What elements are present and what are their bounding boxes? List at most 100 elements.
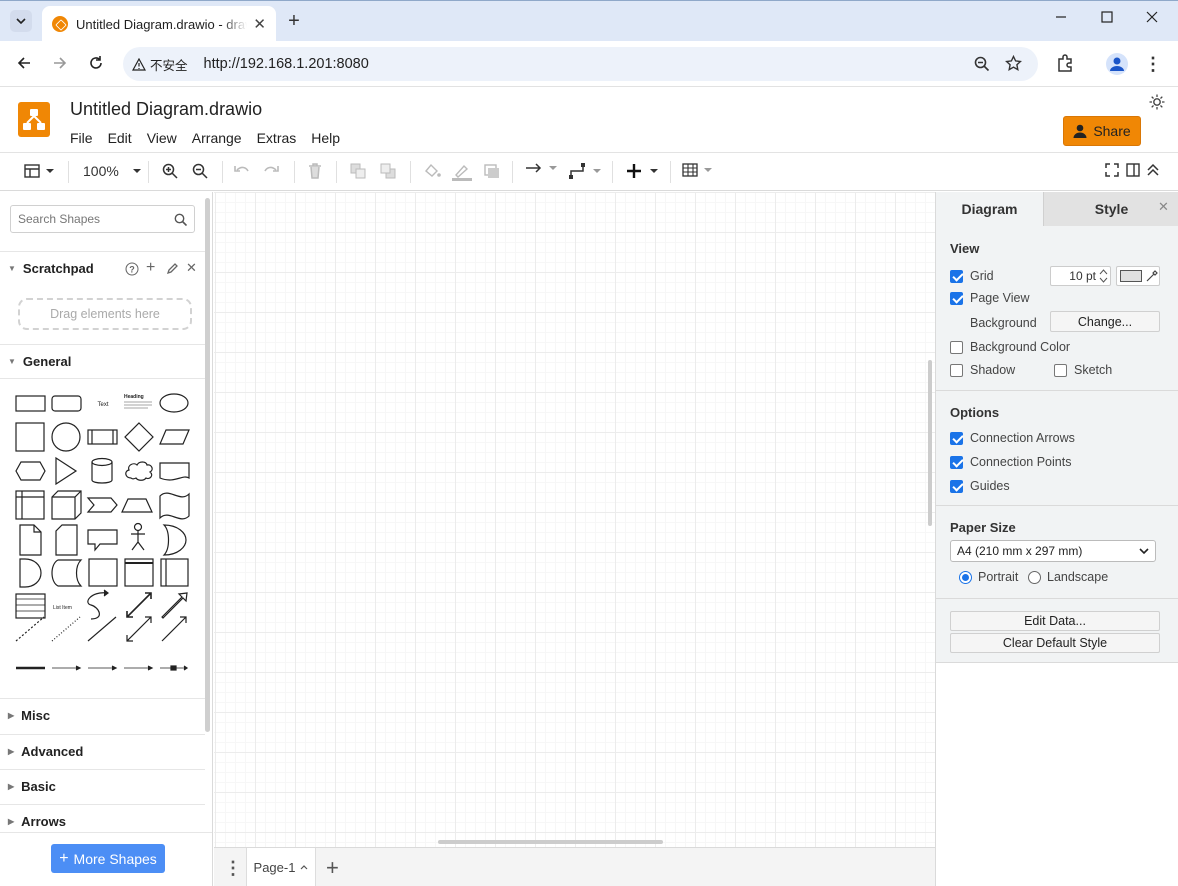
- shape-textbox[interactable]: Heading: [124, 394, 152, 409]
- shape-diamond[interactable]: [124, 422, 154, 452]
- shape-document[interactable]: [159, 462, 190, 481]
- shape-hexagon[interactable]: [15, 461, 46, 481]
- page-view-checkbox[interactable]: [950, 291, 963, 305]
- paper-size-select[interactable]: A4 (210 mm x 297 mm): [950, 540, 1156, 562]
- maximize-icon[interactable]: [1099, 11, 1115, 23]
- zoom-dropdown[interactable]: 100%: [83, 163, 143, 179]
- sidebar-scrollbar[interactable]: [205, 198, 210, 732]
- shape-arrow[interactable]: [161, 592, 188, 619]
- help-icon[interactable]: ?: [125, 262, 139, 276]
- shape-triangle[interactable]: [55, 456, 78, 486]
- shape-rectangle[interactable]: [15, 395, 46, 412]
- table-dropdown[interactable]: [682, 163, 714, 177]
- shape-delay[interactable]: [19, 558, 42, 588]
- background-color-checkbox-row[interactable]: Background Color: [950, 340, 1070, 354]
- shape-card[interactable]: [55, 524, 78, 556]
- sketch-checkbox-row[interactable]: Sketch: [1054, 363, 1112, 377]
- misc-header[interactable]: ▶ Misc: [0, 698, 205, 732]
- shadow-icon[interactable]: [484, 163, 500, 179]
- menu-view[interactable]: View: [147, 130, 177, 146]
- profile-avatar-icon[interactable]: [1106, 53, 1128, 75]
- shape-connector-3-labels[interactable]: [124, 665, 154, 671]
- landscape-radio-row[interactable]: Landscape: [1028, 570, 1108, 584]
- theme-sun-icon[interactable]: [1149, 94, 1165, 110]
- omnibox[interactable]: 不安全 http://192.168.1.201:8080: [123, 47, 1038, 81]
- connection-arrows-row[interactable]: Connection Arrows: [950, 431, 1075, 445]
- add-icon[interactable]: +: [146, 259, 155, 277]
- shape-bidirectional-arrow[interactable]: [126, 592, 152, 618]
- shape-directional-connector[interactable]: [161, 616, 187, 642]
- shape-circle[interactable]: [51, 422, 81, 452]
- shape-cylinder[interactable]: [91, 457, 113, 484]
- zoom-in-icon[interactable]: [162, 163, 178, 179]
- waypoints-dropdown[interactable]: [569, 163, 603, 179]
- undo-icon[interactable]: [233, 163, 249, 177]
- shape-note[interactable]: [19, 524, 42, 556]
- connection-points-checkbox[interactable]: [950, 455, 963, 469]
- format-panel-toggle[interactable]: [24, 163, 56, 179]
- collapse-toolbar-icon[interactable]: [1146, 163, 1160, 177]
- grid-size-spinner-icon[interactable]: [1099, 268, 1108, 284]
- search-shapes-input[interactable]: Search Shapes: [10, 205, 195, 233]
- to-back-icon[interactable]: [380, 163, 396, 179]
- shape-list-item[interactable]: List Item: [53, 605, 72, 611]
- shape-trapezoid[interactable]: [121, 498, 153, 513]
- shape-bidirectional-connector[interactable]: [126, 616, 152, 642]
- connection-points-row[interactable]: Connection Points: [950, 455, 1071, 469]
- security-indicator[interactable]: 不安全: [132, 55, 188, 74]
- tab-diagram[interactable]: Diagram: [936, 192, 1043, 226]
- tab-close-icon[interactable]: ✕: [253, 15, 266, 33]
- back-icon[interactable]: [14, 55, 34, 71]
- shape-square[interactable]: [15, 422, 45, 452]
- guides-checkbox[interactable]: [950, 479, 963, 493]
- landscape-radio[interactable]: [1028, 570, 1041, 584]
- toggle-format-panel-icon[interactable]: [1126, 163, 1140, 177]
- page-tab[interactable]: Page-1: [246, 848, 316, 886]
- delete-icon[interactable]: [308, 163, 322, 179]
- scratchpad-drop-zone[interactable]: Drag elements here: [18, 298, 192, 330]
- shadow-checkbox-row[interactable]: Shadow: [950, 363, 1015, 377]
- shape-process[interactable]: [87, 429, 118, 445]
- new-tab-icon[interactable]: +: [284, 10, 304, 32]
- shape-internal-storage[interactable]: [15, 490, 45, 520]
- shape-data-storage[interactable]: [51, 559, 83, 587]
- diagram-title[interactable]: Untitled Diagram.drawio: [70, 99, 262, 120]
- connection-style-dropdown[interactable]: [525, 163, 559, 173]
- shape-connector-2-labels[interactable]: [88, 665, 118, 671]
- share-button[interactable]: Share: [1063, 116, 1141, 146]
- shape-text[interactable]: Text: [97, 402, 108, 408]
- canvas-horizontal-scrollbar[interactable]: [438, 840, 663, 844]
- shape-line[interactable]: [87, 616, 117, 642]
- edit-data-button[interactable]: Edit Data...: [950, 611, 1160, 631]
- menu-extras[interactable]: Extras: [257, 130, 297, 146]
- shape-cube[interactable]: [51, 490, 82, 520]
- close-scratchpad-icon[interactable]: ✕: [186, 260, 197, 276]
- general-header[interactable]: ▼ General: [0, 344, 205, 378]
- page-view-checkbox-row[interactable]: Page View: [950, 291, 1030, 305]
- shape-rounded-rectangle[interactable]: [51, 395, 82, 412]
- fullscreen-icon[interactable]: [1105, 163, 1119, 177]
- close-window-icon[interactable]: [1144, 11, 1160, 23]
- shape-vertical-container[interactable]: [160, 558, 189, 587]
- background-color-checkbox[interactable]: [950, 340, 963, 354]
- insert-dropdown[interactable]: [626, 163, 660, 179]
- line-color-icon[interactable]: [452, 163, 472, 181]
- portrait-radio-row[interactable]: Portrait: [959, 570, 1018, 584]
- shape-connector-label[interactable]: [52, 665, 82, 671]
- shape-tape[interactable]: [159, 492, 190, 520]
- url-text[interactable]: http://192.168.1.201:8080: [204, 56, 369, 72]
- forward-icon[interactable]: [50, 55, 70, 71]
- shape-step[interactable]: [86, 497, 118, 513]
- shape-connector-symbol[interactable]: [160, 665, 189, 671]
- redo-icon[interactable]: [264, 163, 280, 177]
- canvas-vertical-scrollbar[interactable]: [928, 360, 932, 526]
- shape-dotted-line[interactable]: [51, 616, 81, 642]
- portrait-radio[interactable]: [959, 570, 972, 584]
- browser-menu-icon[interactable]: ⋮: [1144, 54, 1162, 75]
- basic-header[interactable]: ▶ Basic: [0, 769, 205, 803]
- shape-ellipse[interactable]: [159, 393, 189, 413]
- shape-curve[interactable]: [87, 589, 109, 620]
- guides-row[interactable]: Guides: [950, 479, 1010, 493]
- zoom-out-icon[interactable]: [192, 163, 208, 179]
- grid-checkbox[interactable]: [950, 269, 963, 283]
